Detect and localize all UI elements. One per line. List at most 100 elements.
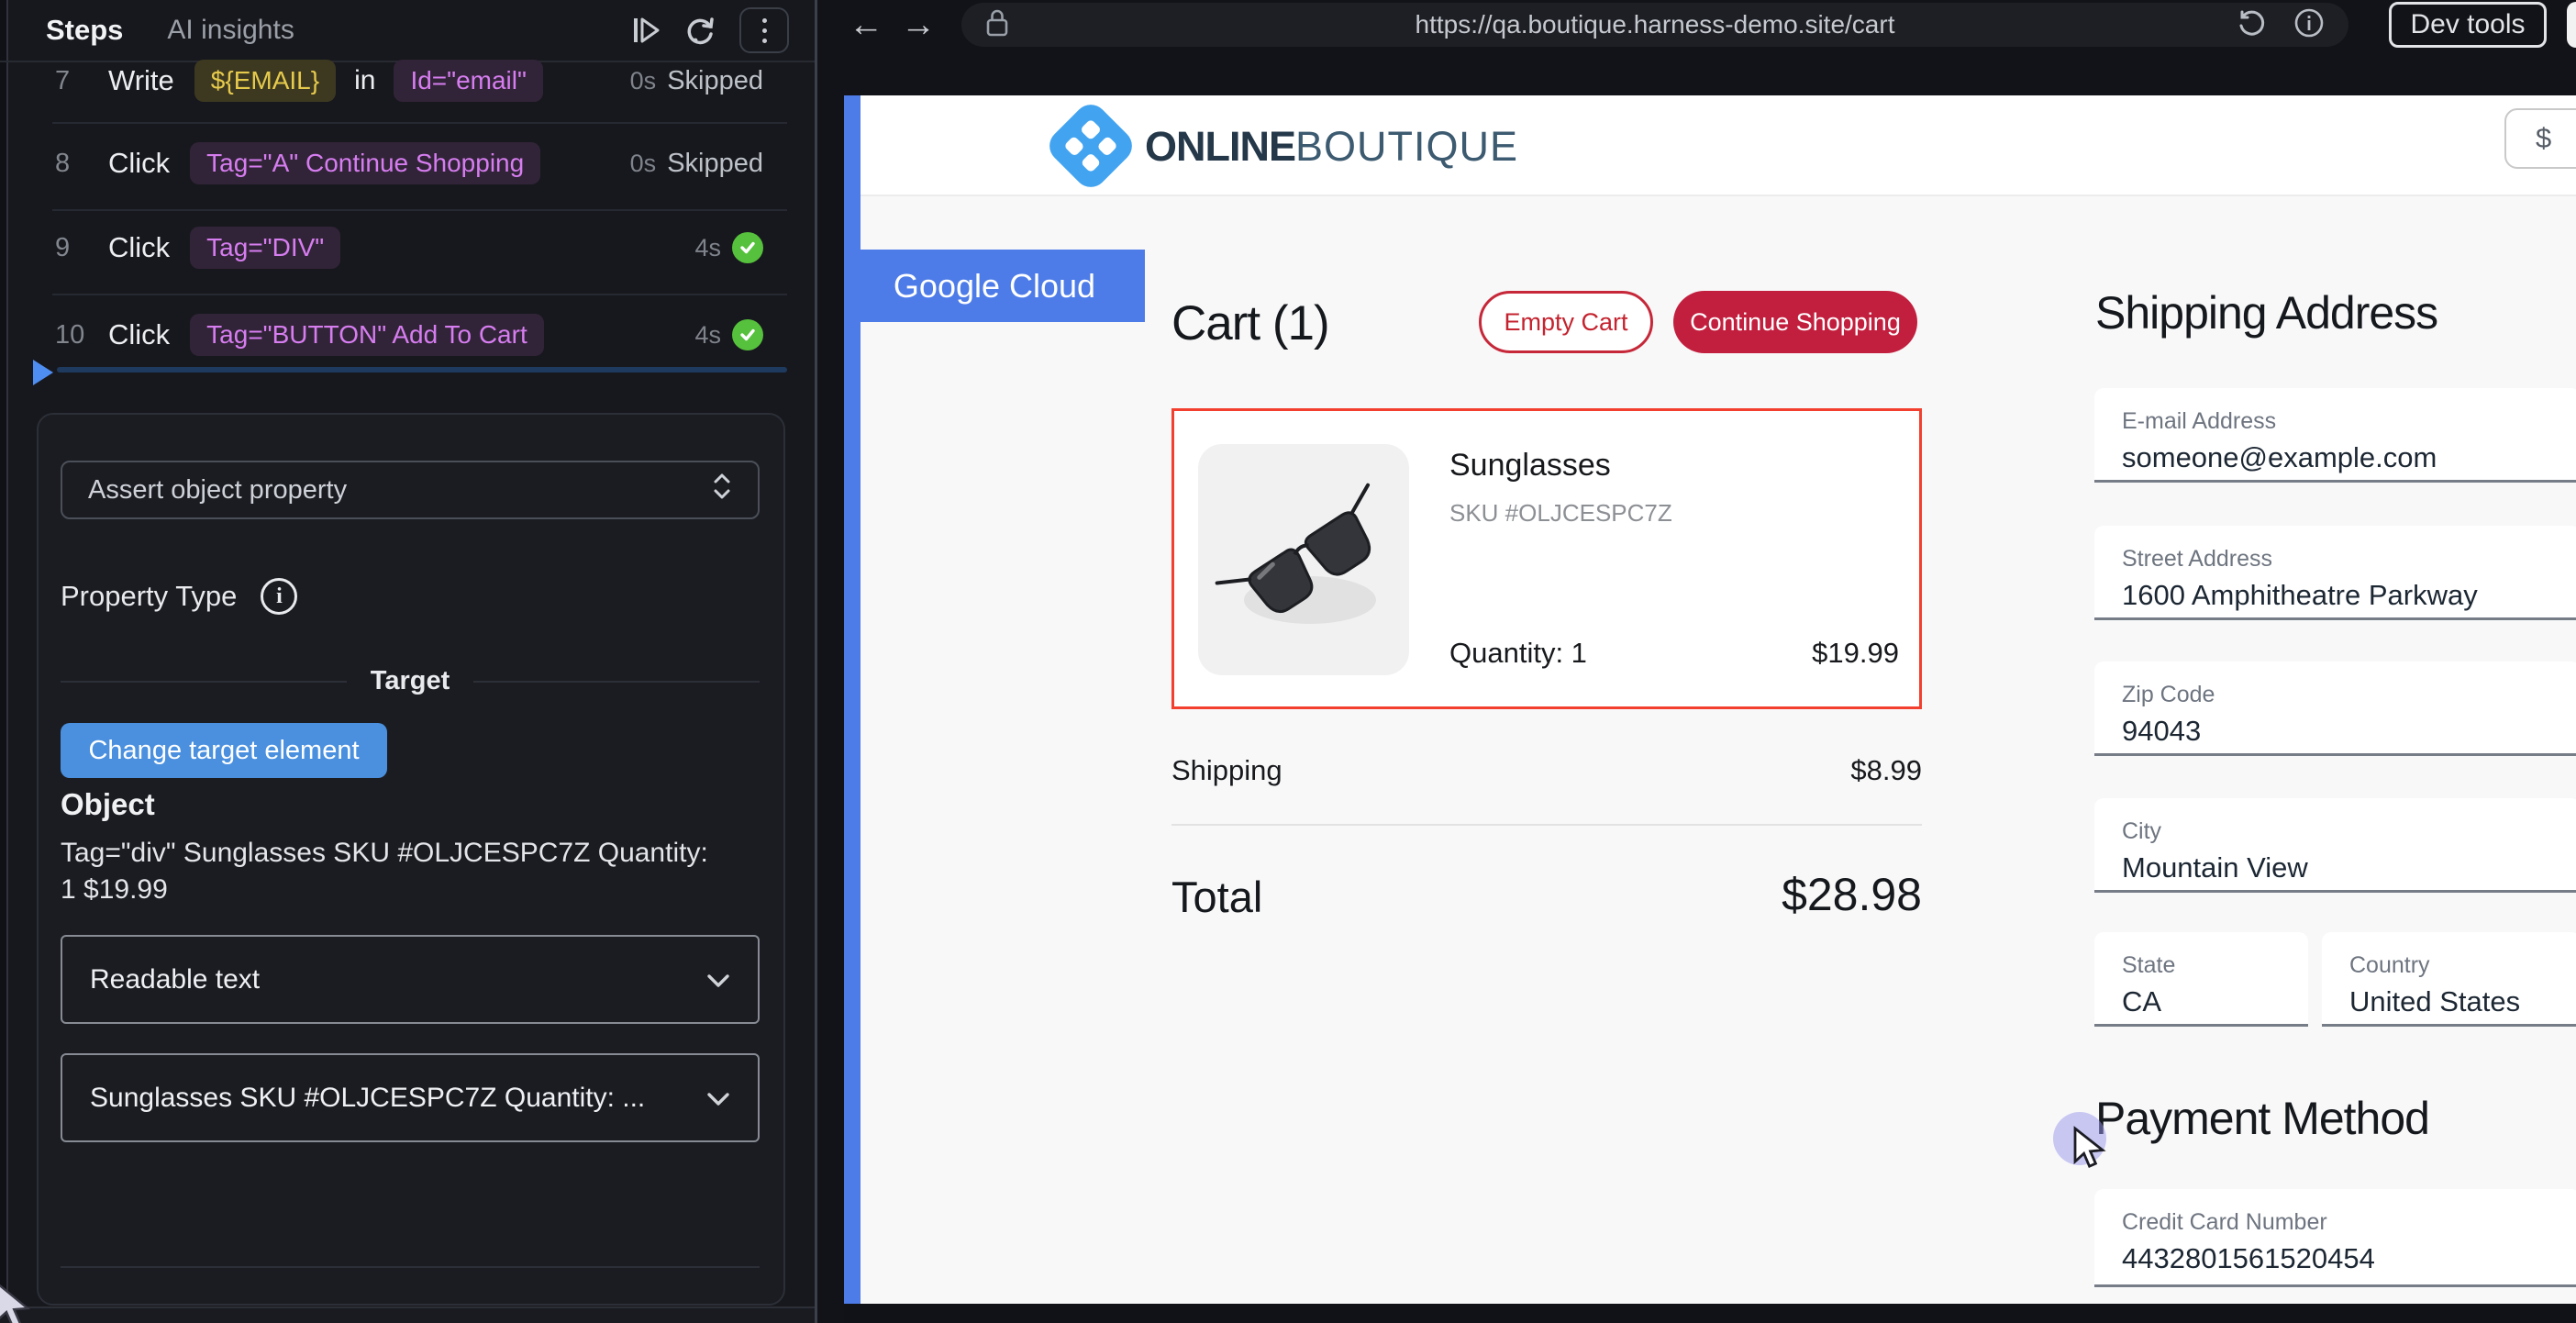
state-field[interactable]: State CA [2094, 932, 2308, 1027]
target-section-label: Target [371, 666, 450, 696]
continue-shopping-button[interactable]: Continue Shopping [1673, 291, 1917, 353]
viewport-bottom-strip [844, 1304, 2576, 1323]
credit-card-number-value: 4432801561520454 [2122, 1242, 2375, 1275]
currency-selector[interactable]: $ [2504, 108, 2576, 169]
lock-icon [985, 8, 1009, 42]
panel-footer [0, 1306, 815, 1323]
cart-title: Cart (1) [1171, 295, 1329, 351]
product-price: $19.99 [1812, 637, 1899, 670]
browser-forward-icon[interactable]: → [901, 0, 936, 50]
brand-light: BOUTIQUE [1295, 123, 1518, 171]
step-divider [52, 294, 787, 295]
product-quantity: Quantity: 1 [1449, 637, 1587, 670]
step-action: Write [108, 64, 174, 97]
city-label: City [2122, 818, 2161, 845]
zip-code-field[interactable]: Zip Code 94043 [2094, 662, 2576, 756]
panel-divider [815, 0, 817, 1323]
brand-bold: ONLINE [1145, 123, 1295, 171]
step-target-badge: Tag="BUTTON" Add To Cart [190, 314, 544, 356]
step-number: 8 [55, 149, 86, 179]
updown-caret-icon [712, 472, 732, 508]
url-text: https://qa.boutique.harness-demo.site/ca… [961, 10, 2348, 39]
email-field[interactable]: E-mail Address someone@example.com [2094, 388, 2576, 483]
step-number: 9 [55, 233, 86, 263]
online-boutique-wordmark[interactable]: ONLINEBOUTIQUE [1145, 123, 1518, 171]
shipping-row-value: $8.99 [1171, 754, 1922, 787]
browser-back-icon[interactable]: ← [849, 0, 883, 50]
product-sku: SKU #OLJCESPC7Z [1449, 499, 1672, 528]
step-duration: 0s [630, 67, 657, 95]
country-value: United States [2349, 985, 2520, 1018]
step-number: 7 [55, 66, 86, 96]
change-target-button[interactable]: Change target element [61, 723, 387, 778]
property-select[interactable]: Readable text [61, 935, 760, 1024]
success-check-icon [732, 232, 763, 263]
object-heading: Object [61, 787, 155, 822]
cart-item-card: Sunglasses SKU #OLJCESPC7Z Quantity: 1 $… [1171, 408, 1922, 709]
step-connector: in [354, 65, 375, 96]
payment-method-heading: Payment Method [2095, 1092, 2429, 1145]
rerun-icon[interactable] [684, 15, 716, 46]
execution-pointer-icon [33, 360, 53, 385]
test-steps-panel: Steps AI insights 7 Write ${EMAIL} in Id… [0, 0, 815, 1323]
url-bar-actions [2237, 7, 2325, 43]
mouse-cursor-icon [2071, 1127, 2108, 1171]
country-field[interactable]: Country United States [2322, 932, 2576, 1027]
reload-icon[interactable] [2237, 8, 2266, 42]
step-status: 0s Skipped [630, 66, 763, 96]
product-image [1198, 444, 1409, 675]
city-value: Mountain View [2122, 851, 2308, 884]
step-row-8[interactable]: 8 Click Tag="A" Continue Shopping 0s Ski… [0, 127, 815, 200]
inspector-divider [61, 1266, 760, 1268]
object-select-value: Sunglasses SKU #OLJCESPC7Z Quantity: ... [90, 1083, 645, 1114]
step-duration: 4s [694, 321, 721, 350]
assertion-type-select[interactable]: Assert object property [61, 461, 760, 519]
empty-cart-button[interactable]: Empty Cart [1479, 291, 1653, 353]
tab-ai-insights[interactable]: AI insights [167, 15, 294, 46]
step-row-7[interactable]: 7 Write ${EMAIL} in Id="email" 0s Skippe… [0, 44, 815, 117]
total-value: $28.98 [1171, 868, 1922, 921]
credit-card-number-label: Credit Card Number [2122, 1209, 2327, 1236]
info-icon[interactable]: i [261, 578, 297, 615]
step-status: 4s [694, 232, 763, 263]
city-field[interactable]: City Mountain View [2094, 798, 2576, 893]
step-status: 0s Skipped [630, 149, 763, 179]
email-value: someone@example.com [2122, 441, 2437, 474]
property-select-value: Readable text [90, 964, 260, 995]
edge-panel-button[interactable] [2567, 2, 2576, 48]
street-address-label: Street Address [2122, 546, 2272, 573]
step-row-10[interactable]: 10 Click Tag="BUTTON" Add To Cart 4s [0, 298, 815, 372]
product-name: Sunglasses [1449, 448, 1611, 484]
street-address-field[interactable]: Street Address 1600 Amphitheatre Parkway [2094, 526, 2576, 620]
step-target-badge: Tag="DIV" [190, 227, 340, 269]
state-value: CA [2122, 985, 2161, 1018]
run-from-step-icon[interactable] [633, 16, 661, 45]
property-type-row: Property Type i [61, 578, 297, 615]
step-duration: 4s [694, 234, 721, 262]
credit-card-number-field[interactable]: Credit Card Number 4432801561520454 [2094, 1189, 2576, 1287]
street-address-value: 1600 Amphitheatre Parkway [2122, 579, 2478, 612]
app-root: Steps AI insights 7 Write ${EMAIL} in Id… [0, 0, 2576, 1323]
page-info-icon[interactable] [2293, 7, 2325, 43]
shipping-address-heading: Shipping Address [2095, 286, 2437, 339]
step-action: Click [108, 147, 170, 180]
url-bar[interactable]: https://qa.boutique.harness-demo.site/ca… [961, 3, 2348, 47]
object-select[interactable]: Sunglasses SKU #OLJCESPC7Z Quantity: ... [61, 1053, 760, 1142]
country-label: Country [2349, 952, 2430, 979]
step-row-9[interactable]: 9 Click Tag="DIV" 4s [0, 211, 815, 284]
step-target-badge: Id="email" [394, 60, 543, 102]
tab-steps[interactable]: Steps [46, 14, 123, 47]
google-cloud-badge: Google Cloud [844, 250, 1145, 322]
step-status-text: Skipped [667, 149, 763, 179]
chevron-down-icon [706, 964, 730, 995]
zip-code-value: 94043 [2122, 715, 2201, 748]
step-number: 10 [55, 320, 86, 350]
step-status: 4s [694, 319, 763, 350]
step-target-badge: Tag="A" Continue Shopping [190, 142, 540, 184]
step-status-text: Skipped [667, 66, 763, 96]
step-divider [52, 122, 787, 124]
object-description: Tag="div" Sunglasses SKU #OLJCESPC7Z Qua… [61, 835, 725, 908]
currency-symbol: $ [2536, 122, 2551, 155]
devtools-button[interactable]: Dev tools [2389, 2, 2547, 48]
step-variable-badge: ${EMAIL} [194, 60, 336, 102]
